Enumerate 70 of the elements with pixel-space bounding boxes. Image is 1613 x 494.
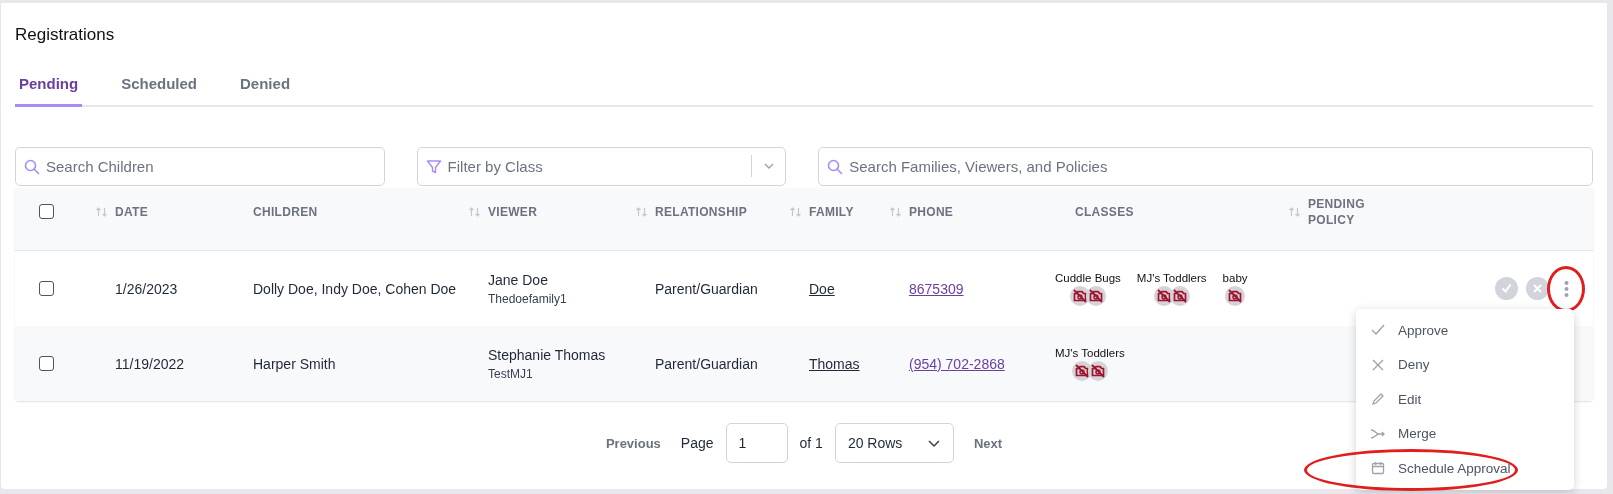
page-title: Registrations xyxy=(15,24,116,45)
approve-button[interactable] xyxy=(1495,277,1518,300)
sort-icon[interactable] xyxy=(1288,205,1302,218)
search-icon xyxy=(24,159,40,175)
sort-icon[interactable] xyxy=(468,205,482,218)
checkbox[interactable] xyxy=(39,281,54,296)
class-name: baby xyxy=(1222,271,1248,284)
search-field[interactable]: Search Families, Viewers, and Policies xyxy=(818,147,1593,186)
check-icon xyxy=(1501,283,1512,294)
viewer-username: Thedoefamily1 xyxy=(488,291,568,306)
checkbox[interactable] xyxy=(39,356,54,371)
menu-item[interactable]: Schedule Approval xyxy=(1356,451,1574,486)
tab[interactable]: Denied xyxy=(236,67,295,107)
column-header: VIEWER xyxy=(488,203,538,220)
date-cell-text: 1/26/2023 xyxy=(114,280,179,297)
date-cell-text: 11/19/2022 xyxy=(114,355,186,372)
column-header: CLASSES xyxy=(1075,203,1134,220)
sort-icon[interactable] xyxy=(635,205,649,218)
column-header: CHILDREN xyxy=(253,203,318,220)
deny-button[interactable] xyxy=(1526,277,1549,300)
relationship-cell-text: Parent/Guardian xyxy=(654,280,759,297)
search-icon xyxy=(827,159,844,175)
page-label: Page xyxy=(680,435,714,451)
phone-link[interactable]: (954) 702-2868 xyxy=(909,355,1005,372)
camera-off-icon xyxy=(1085,285,1106,306)
menu-item[interactable]: Approve xyxy=(1356,313,1574,348)
page-input[interactable]: 1 xyxy=(725,423,788,463)
tab[interactable]: Scheduled xyxy=(117,67,202,107)
next-button[interactable]: Next xyxy=(965,431,1011,455)
calendar-icon xyxy=(1370,460,1386,477)
tab[interactable]: Pending xyxy=(15,67,83,107)
family-link[interactable]: Thomas xyxy=(809,355,860,372)
viewer-name: Jane Doe xyxy=(488,271,549,288)
relationship-cell-text: Parent/Guardian xyxy=(654,355,759,372)
family-link[interactable]: Doe xyxy=(809,280,835,297)
phone-link[interactable]: 8675309 xyxy=(909,280,964,297)
menu-item[interactable]: Deny xyxy=(1356,347,1574,382)
menu-item[interactable]: Edit xyxy=(1356,382,1574,417)
class-filter-field[interactable]: Filter by Class xyxy=(416,147,787,186)
previous-button[interactable]: Previous xyxy=(597,431,669,455)
children-cell-text: Harper Smith xyxy=(252,355,337,372)
sort-icon[interactable] xyxy=(789,205,803,218)
sort-icon[interactable] xyxy=(889,205,903,218)
camera-off-icon xyxy=(1225,285,1246,306)
camera-off-icon xyxy=(1087,360,1108,381)
pencil-icon xyxy=(1370,391,1386,408)
column-header: RELATIONSHIP xyxy=(655,203,748,220)
search-field[interactable]: Search Children xyxy=(15,147,385,186)
kebab-icon xyxy=(1563,279,1569,298)
checkbox[interactable] xyxy=(39,204,54,219)
class-name: MJ's Toddlers xyxy=(1055,346,1125,359)
camera-off-icon xyxy=(1169,285,1190,306)
children-cell-text: Dolly Doe, Indy Doe, Cohen Doe xyxy=(252,280,458,297)
column-header: PHONE xyxy=(909,203,954,220)
menu-item[interactable]: Merge xyxy=(1356,416,1574,451)
class-name: MJ's Toddlers xyxy=(1136,271,1207,284)
camera-off-icon xyxy=(1071,360,1092,381)
column-header: FAMILY xyxy=(809,203,854,220)
camera-off-icon xyxy=(1069,285,1090,306)
sort-icon[interactable] xyxy=(95,205,109,218)
page-count: of 1 xyxy=(799,435,823,451)
column-header: DATE xyxy=(115,203,148,220)
rows-per-page-dropdown[interactable]: 20 Rows xyxy=(834,423,954,463)
filter-icon xyxy=(425,159,442,175)
camera-off-icon xyxy=(1153,285,1174,306)
viewer-name: Stephanie Thomas xyxy=(488,346,607,363)
class-name: Cuddle Bugs xyxy=(1055,271,1121,284)
column-header: PENDING POLICY xyxy=(1308,195,1366,228)
viewer-username: TestMJ1 xyxy=(488,366,534,381)
close-icon xyxy=(1533,284,1542,293)
